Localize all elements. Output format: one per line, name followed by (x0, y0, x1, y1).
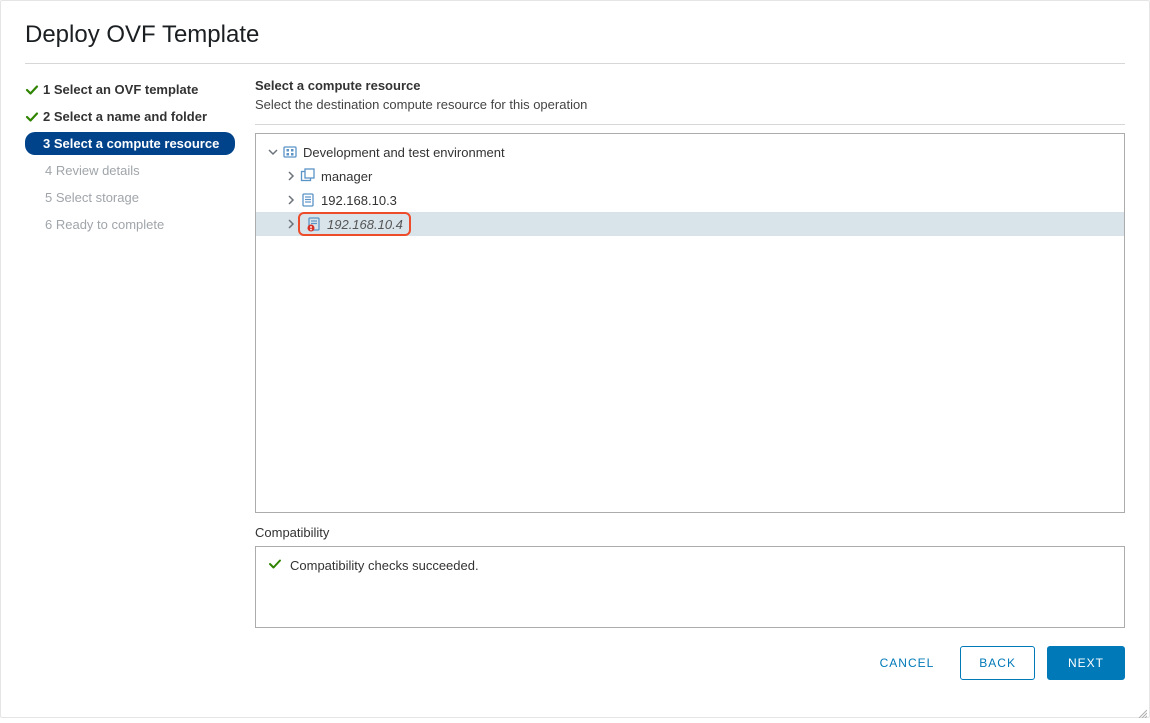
dialog-body: 1 Select an OVF template 2 Select a name… (25, 64, 1125, 717)
caret-right-icon[interactable] (284, 195, 298, 205)
tree-label: 192.168.10.4 (327, 217, 403, 232)
compatibility-row: Compatibility checks succeeded. (268, 557, 1112, 574)
back-button[interactable]: BACK (960, 646, 1035, 680)
compute-resource-tree[interactable]: Development and test environment manager (255, 133, 1125, 513)
highlighted-selection: 192.168.10.4 (298, 212, 411, 236)
caret-right-icon[interactable] (284, 219, 298, 229)
tree-label: 192.168.10.3 (321, 193, 397, 208)
step-label: 2 Select a name and folder (43, 109, 207, 124)
step-3[interactable]: 3 Select a compute resource (25, 132, 235, 155)
resize-handle-icon[interactable] (1137, 705, 1147, 715)
compatibility-label: Compatibility (255, 525, 1125, 540)
step-6: 6 Ready to complete (25, 213, 235, 236)
caret-down-icon[interactable] (266, 147, 280, 157)
tree-label: manager (321, 169, 372, 184)
panel-subheading: Select the destination compute resource … (255, 97, 1125, 125)
step-5: 5 Select storage (25, 186, 235, 209)
step-1[interactable]: 1 Select an OVF template (25, 78, 235, 101)
tree-row-host[interactable]: 192.168.10.3 (256, 188, 1124, 212)
cluster-icon (300, 168, 316, 184)
step-label: 4 Review details (45, 163, 140, 178)
datacenter-icon (282, 144, 298, 160)
compatibility-message: Compatibility checks succeeded. (290, 558, 479, 573)
next-button[interactable]: NEXT (1047, 646, 1125, 680)
step-4: 4 Review details (25, 159, 235, 182)
tree-label: Development and test environment (303, 145, 505, 160)
panel-heading: Select a compute resource (255, 78, 1125, 93)
host-icon (300, 192, 316, 208)
dialog-title: Deploy OVF Template (25, 21, 1125, 64)
wizard-steps-sidebar: 1 Select an OVF template 2 Select a name… (25, 78, 235, 717)
checkmark-icon (25, 110, 39, 124)
step-label: 6 Ready to complete (45, 217, 164, 232)
compatibility-box: Compatibility checks succeeded. (255, 546, 1125, 628)
checkmark-icon (25, 83, 39, 97)
checkmark-icon (268, 557, 282, 574)
dialog-footer: CANCEL BACK NEXT (255, 628, 1125, 686)
step-2[interactable]: 2 Select a name and folder (25, 105, 235, 128)
step-label: 1 Select an OVF template (43, 82, 198, 97)
cancel-button[interactable]: CANCEL (866, 647, 949, 679)
step-label: 5 Select storage (45, 190, 139, 205)
tree-row-datacenter[interactable]: Development and test environment (256, 140, 1124, 164)
tree-row-host-selected[interactable]: 192.168.10.4 (256, 212, 1124, 236)
host-error-icon (306, 216, 322, 232)
main-panel: Select a compute resource Select the des… (255, 78, 1125, 717)
step-label: 3 Select a compute resource (43, 136, 219, 151)
caret-right-icon[interactable] (284, 171, 298, 181)
deploy-ovf-dialog: Deploy OVF Template 1 Select an OVF temp… (1, 1, 1149, 717)
tree-row-cluster[interactable]: manager (256, 164, 1124, 188)
